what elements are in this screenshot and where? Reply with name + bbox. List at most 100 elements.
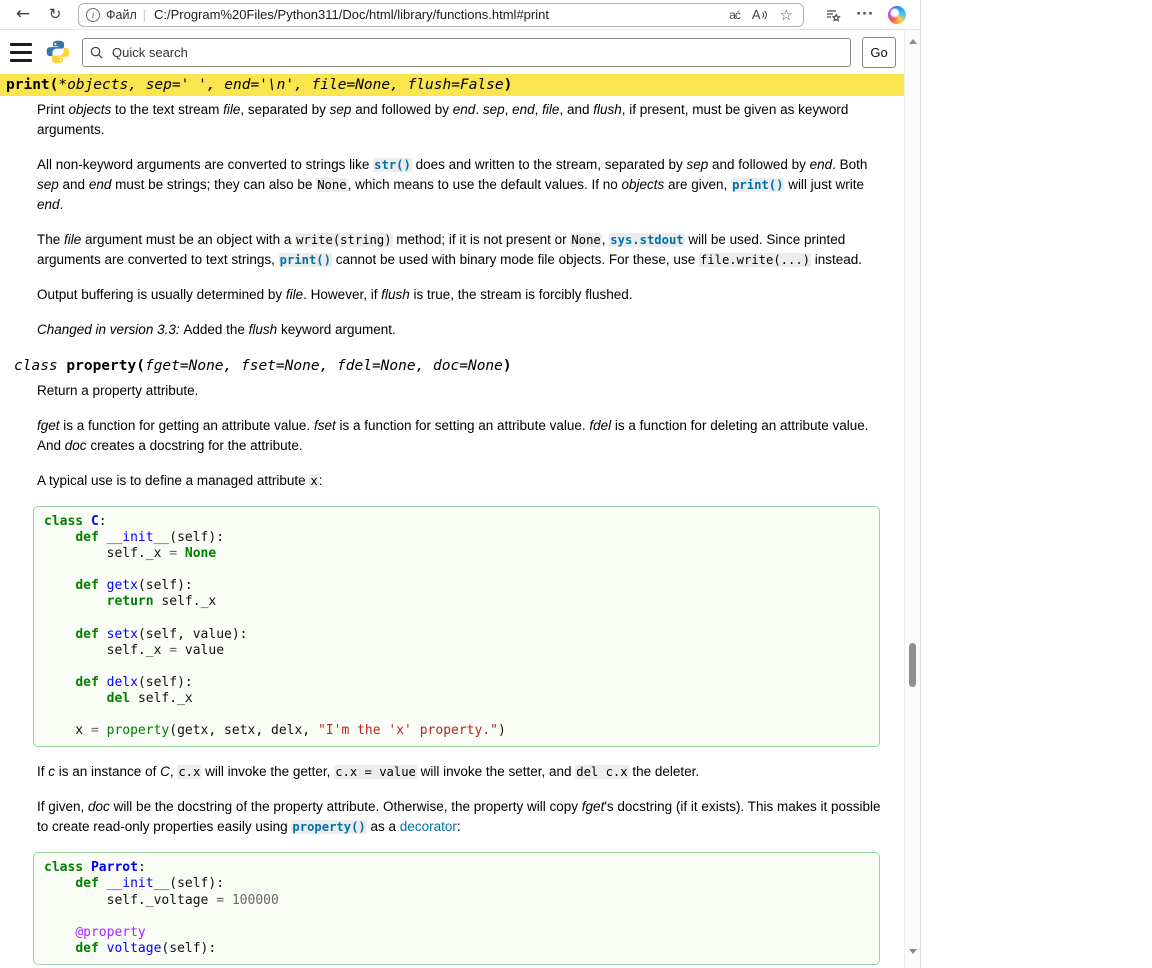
code-token: class	[14, 358, 66, 374]
code-token: (self):	[161, 941, 216, 956]
text-span: , and	[559, 102, 593, 117]
info-icon[interactable]: i	[86, 8, 100, 22]
emphasis-text: sep	[687, 157, 709, 172]
print-description: Print objects to the text stream file, s…	[37, 100, 904, 340]
paragraph: A typical use is to define a managed att…	[37, 471, 882, 491]
code-token: C	[91, 514, 99, 529]
code-line: def getx(self):	[44, 578, 869, 594]
star-icon: ☆	[780, 6, 793, 24]
code-token: def	[75, 675, 106, 690]
desktop-background	[922, 0, 1152, 968]
address-bar[interactable]: i Файл | C:/Program%20Files/Python311/Do…	[78, 3, 804, 27]
translate-button[interactable]: ać	[726, 4, 743, 26]
copilot-icon	[888, 6, 906, 24]
code-token: del	[107, 691, 138, 706]
code-line	[44, 909, 869, 925]
code-token: def	[75, 578, 106, 593]
code-token	[44, 925, 75, 940]
text-span: The	[37, 232, 64, 247]
menu-button[interactable]	[8, 43, 34, 62]
code-token: def	[75, 941, 106, 956]
search-input[interactable]	[110, 44, 843, 61]
inline-code: write(string)	[295, 233, 392, 247]
code-line: class C:	[44, 514, 869, 530]
code-line: x = property(getx, setx, delx, "I'm the …	[44, 723, 869, 739]
docs-content: print(*objects, sep=' ', end='\n', file=…	[0, 74, 904, 965]
python-logo[interactable]	[45, 39, 71, 65]
emphasis-text: end	[89, 177, 112, 192]
code-token: return	[107, 594, 162, 609]
browser-window: ← ↻ i Файл | C:/Program%20Files/Python31…	[0, 0, 921, 968]
docs-header: Go	[0, 30, 904, 74]
code-line: class Parrot:	[44, 860, 869, 876]
text-span: Return a property attribute.	[37, 383, 198, 398]
read-aloud-icon: A	[752, 7, 761, 22]
text-span: is a function for setting an attribute v…	[336, 418, 590, 433]
code-token: __init__	[107, 876, 170, 891]
text-span: Output buffering is usually determined b…	[37, 287, 286, 302]
copilot-button[interactable]	[882, 2, 912, 28]
code-token: )	[498, 723, 506, 738]
text-span: Added the	[183, 322, 248, 337]
text-span: creates a docstring for the attribute.	[87, 438, 303, 453]
code-line: def __init__(self):	[44, 530, 869, 546]
text-span: .	[60, 197, 64, 212]
code-example-property-class: class C: def __init__(self): self._x = N…	[33, 506, 880, 747]
text-span: cannot be used with binary mode file obj…	[332, 252, 699, 267]
scrollbar[interactable]	[904, 30, 920, 968]
search-box	[82, 38, 851, 67]
text-span: .	[475, 102, 483, 117]
favorites-star-button[interactable]: ☆	[777, 4, 796, 26]
code-line: @property	[44, 925, 869, 941]
code-token: )	[503, 358, 512, 374]
text-span: must be strings; they can also be	[111, 177, 316, 192]
scrollbar-thumb[interactable]	[909, 643, 916, 687]
inline-code: None	[570, 233, 601, 247]
text-span: will invoke the getter,	[201, 764, 334, 779]
text-span: to the text stream	[111, 102, 223, 117]
code-token: (self):	[138, 675, 193, 690]
text-span: All non-keyword arguments are converted …	[37, 157, 373, 172]
emphasis-text: file	[64, 232, 81, 247]
code-token: delx	[107, 675, 138, 690]
reload-button[interactable]: ↻	[40, 2, 70, 28]
back-button[interactable]: ←	[8, 2, 38, 28]
emphasis-text: end	[512, 102, 535, 117]
text-span: ,	[505, 102, 513, 117]
emphasis-text: end	[810, 157, 833, 172]
settings-more-button[interactable]: ···	[850, 2, 880, 28]
code-line: def setx(self, value):	[44, 627, 869, 643]
inline-code: None	[316, 178, 347, 192]
paragraph: Output buffering is usually determined b…	[37, 285, 882, 305]
emphasis-text: doc	[65, 438, 87, 453]
inline-code-link[interactable]: print()	[279, 253, 332, 267]
scrollbar-up-arrow[interactable]	[905, 34, 920, 48]
code-token: (self):	[169, 530, 224, 545]
scrollbar-down-arrow[interactable]	[905, 944, 920, 958]
code-token: def	[75, 876, 106, 891]
code-example-parrot-class: class Parrot: def __init__(self): self._…	[33, 852, 880, 965]
read-aloud-button[interactable]: A	[749, 4, 771, 26]
inline-code-link[interactable]: property()	[291, 820, 366, 834]
inline-code-link[interactable]: str()	[373, 158, 412, 172]
url-text: C:/Program%20Files/Python311/Doc/html/li…	[154, 7, 549, 22]
text-span: and followed by	[708, 157, 809, 172]
reload-icon: ↻	[49, 7, 62, 22]
inline-code-link[interactable]: print()	[731, 178, 784, 192]
code-token: (	[136, 358, 145, 374]
collections-button[interactable]	[818, 2, 848, 28]
code-line: def delx(self):	[44, 675, 869, 691]
search-icon	[90, 46, 103, 59]
inline-code-link[interactable]: sys.stdout	[609, 233, 684, 247]
code-token	[99, 723, 107, 738]
code-line	[44, 707, 869, 723]
text-span: method; if it is not present or	[393, 232, 571, 247]
text-span: does and written to the stream, separate…	[412, 157, 687, 172]
text-span: and followed by	[351, 102, 452, 117]
paragraph: If given, doc will be the docstring of t…	[37, 797, 882, 837]
text-span: Print	[37, 102, 69, 117]
text-link[interactable]: decorator	[400, 819, 457, 834]
text-span: , which means to use the default values.…	[348, 177, 622, 192]
text-span: instead.	[811, 252, 862, 267]
go-button[interactable]: Go	[862, 37, 896, 68]
